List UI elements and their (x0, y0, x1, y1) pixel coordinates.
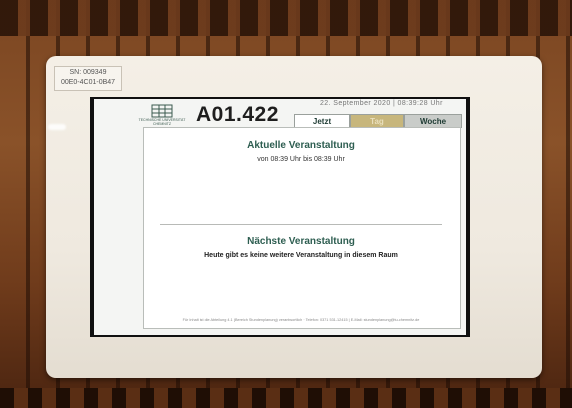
room-number: A01.422 (196, 103, 279, 126)
wall-slats-top (0, 0, 572, 36)
current-event-heading: Aktuelle Veranstaltung (247, 140, 355, 151)
light-reflection (48, 124, 66, 130)
wall-slats-bottom (0, 388, 572, 408)
footer-note: Für Inhalt ist die Abteilung 4.1 (Bereic… (182, 318, 420, 322)
current-event-time: von 08:39 Uhr bis 08:39 Uhr (257, 156, 345, 163)
serial-number-sticker: SN: 009349 00E0-4C01-0B47 (54, 66, 122, 91)
university-logo-icon (151, 104, 173, 118)
tab-jetzt[interactable]: Jetzt (294, 114, 350, 128)
next-event-message: Heute gibt es keine weitere Veranstaltun… (204, 252, 398, 259)
current-datetime: 22. September 2020 | 08:39:28 Uhr (320, 100, 443, 107)
serial-number: SN: 009349 (69, 69, 107, 76)
tab-woche[interactable]: Woche (404, 114, 462, 128)
next-event-heading: Nächste Veranstaltung (247, 236, 355, 247)
section-divider (160, 224, 442, 225)
tab-tag[interactable]: Tag (350, 114, 404, 128)
device-id: 00E0-4C01-0B47 (60, 79, 116, 86)
university-name: TECHNISCHE UNIVERSITÄT CHEMNITZ (138, 118, 186, 126)
